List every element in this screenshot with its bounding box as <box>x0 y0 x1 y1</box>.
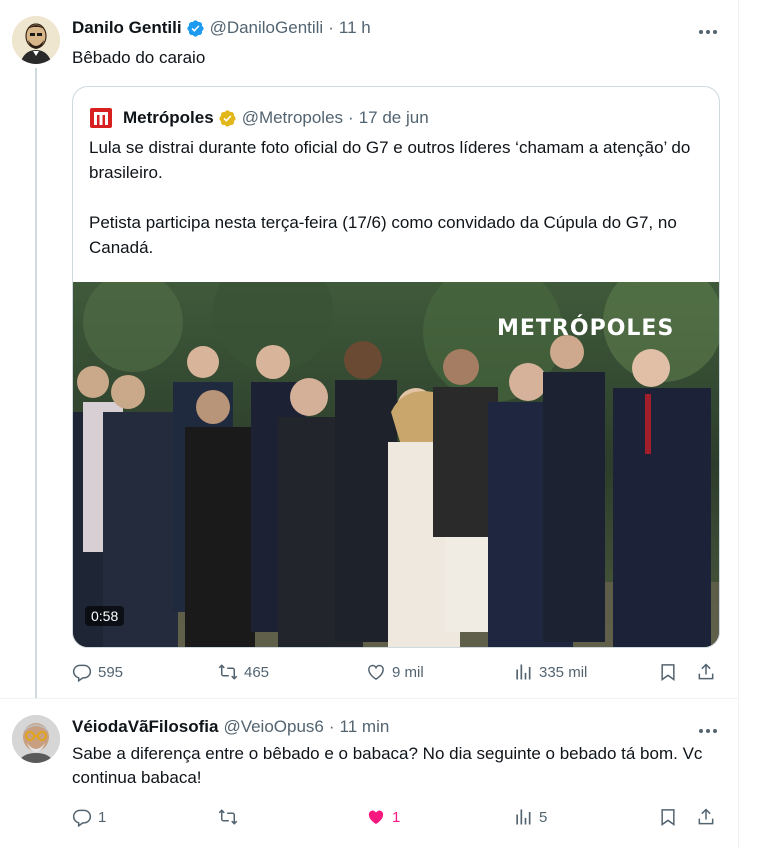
share-icon <box>698 663 714 680</box>
reply-icon <box>72 664 92 682</box>
quote-timestamp[interactable]: 17 de jun <box>359 108 429 128</box>
repost-count: 465 <box>244 663 270 681</box>
tweet-header: Danilo Gentili @DaniloGentili · 11 h <box>72 18 371 38</box>
verified-org-icon <box>219 109 236 127</box>
share-button[interactable] <box>696 807 722 827</box>
views-button[interactable]: 5 <box>513 807 547 827</box>
column-border <box>738 0 739 848</box>
verified-icon <box>186 19 204 37</box>
thread-line <box>35 68 37 698</box>
quote-header: Metrópoles @Metropoles · 17 de jun <box>89 106 429 130</box>
display-name[interactable]: VéiodaVãFilosofia <box>72 717 218 737</box>
action-bar: 1 1 5 <box>72 807 722 831</box>
quote-paragraph-1: Lula se distrai durante foto oficial do … <box>89 138 691 182</box>
like-button[interactable]: 9 mil <box>366 662 424 682</box>
repost-button[interactable]: 465 <box>218 662 269 682</box>
reply-button[interactable]: 595 <box>72 662 123 682</box>
quoted-tweet[interactable]: Metrópoles @Metropoles · 17 de jun Lula … <box>72 86 720 648</box>
views-icon <box>516 664 531 680</box>
bookmark-button[interactable] <box>658 662 684 682</box>
timestamp[interactable]: 11 min <box>340 717 390 737</box>
views-icon <box>516 809 531 825</box>
like-icon <box>368 810 384 825</box>
views-button[interactable]: 335 mil <box>513 662 587 682</box>
more-icon[interactable] <box>694 721 722 741</box>
reply-count: 1 <box>98 808 107 826</box>
repost-icon <box>218 664 238 680</box>
timestamp[interactable]: 11 h <box>339 18 371 38</box>
like-icon <box>368 664 384 680</box>
tweet-header: VéiodaVãFilosofia @VeioOpus6 · 11 min <box>72 717 389 737</box>
like-button[interactable]: 1 <box>366 807 400 827</box>
bookmark-button[interactable] <box>658 807 684 827</box>
user-handle[interactable]: @DaniloGentili <box>210 18 324 38</box>
video-duration-badge: 0:58 <box>85 606 125 626</box>
separator-dot: · <box>328 18 334 37</box>
tweet-main[interactable]: Danilo Gentili @DaniloGentili · 11 h Bêb… <box>0 0 738 698</box>
quote-paragraph-2: Petista participa nesta terça-feira (17/… <box>89 213 677 257</box>
more-icon[interactable] <box>694 22 722 42</box>
share-icon <box>698 808 714 825</box>
avatar[interactable] <box>12 715 60 763</box>
video-player[interactable]: METRÓPOLES 0:58 <box>73 282 719 647</box>
views-count: 335 mil <box>539 663 588 681</box>
metropoles-logo-icon[interactable] <box>89 106 113 130</box>
tweet-text: Bêbado do caraio <box>72 48 206 67</box>
reply-button[interactable]: 1 <box>72 807 106 827</box>
quote-text: Lula se distrai durante foto oficial do … <box>89 135 705 285</box>
bookmark-icon <box>661 664 675 681</box>
video-watermark: METRÓPOLES <box>497 316 675 341</box>
like-count: 1 <box>392 808 401 826</box>
views-count: 5 <box>539 808 548 826</box>
like-count: 9 mil <box>392 663 424 681</box>
reply-icon <box>72 809 92 827</box>
reply-count: 595 <box>98 663 124 681</box>
quote-display-name[interactable]: Metrópoles <box>123 108 214 128</box>
display-name[interactable]: Danilo Gentili <box>72 18 182 38</box>
quote-user-handle[interactable]: @Metropoles <box>242 108 343 128</box>
separator-dot: · <box>328 717 335 736</box>
bookmark-icon <box>661 809 675 826</box>
action-bar: 595 465 9 mil 335 mil <box>72 662 722 686</box>
avatar[interactable] <box>12 16 60 64</box>
tweet-text: Sabe a diferença entre o bêbado e o baba… <box>72 744 703 787</box>
share-button[interactable] <box>696 662 722 682</box>
repost-button[interactable] <box>218 807 244 827</box>
user-handle[interactable]: @VeioOpus6 <box>223 717 323 737</box>
tweet-reply[interactable]: VéiodaVãFilosofia @VeioOpus6 · 11 min Sa… <box>0 699 738 848</box>
repost-icon <box>218 809 238 825</box>
separator-dot: · <box>348 108 354 127</box>
